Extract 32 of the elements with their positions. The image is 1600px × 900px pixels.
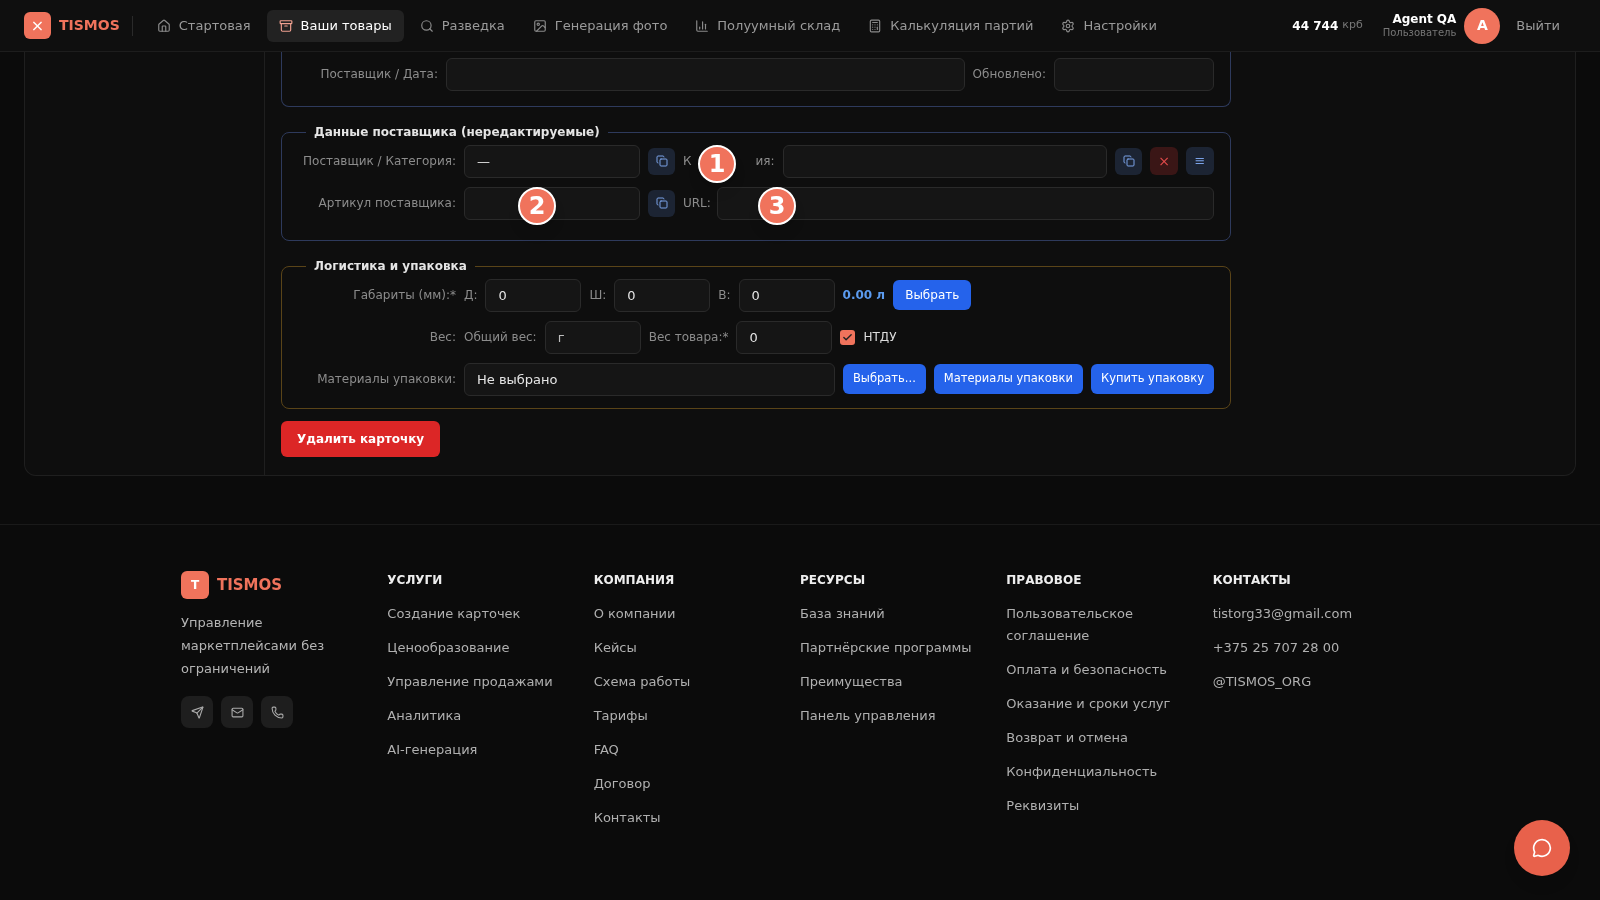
footer-heading: КОНТАКТЫ <box>1212 572 1292 589</box>
field-label: Общий вес: <box>464 329 537 346</box>
field-label: ия: <box>755 153 775 170</box>
number-marker-tooltip: 1 <box>698 145 736 183</box>
field-label: URL: <box>683 195 709 212</box>
field-label: Поставщик / Категория: <box>302 153 456 170</box>
footer-tagline: Управление маркетплейсами без ограничений <box>181 614 326 678</box>
footer-logo-text: TISMOS <box>217 574 283 596</box>
checkbox-label: НТДУ <box>863 329 897 346</box>
field-label: Вес товара:* <box>648 329 729 346</box>
user-name: Agent QA <box>1392 11 1457 27</box>
footer-heading: РЕСУРСЫ <box>800 572 867 589</box>
footer-logo-icon: T <box>181 571 209 599</box>
field-label: Габариты (мм):* <box>352 287 456 304</box>
field-label: В: <box>718 287 731 304</box>
field-label: Материалы упаковки: <box>316 371 456 388</box>
field-label: Поставщик / Дата: <box>319 66 438 83</box>
footer-heading: УСЛУГИ <box>387 572 444 589</box>
field-label: Вес: <box>428 329 456 346</box>
user-role: Пользователь <box>1382 26 1457 40</box>
field-label: Ш: <box>589 287 607 304</box>
volume-value: 0.00 л <box>842 287 886 304</box>
field-label: Артикул поставщика: <box>317 195 456 212</box>
balance-amount: 44 744 <box>1292 17 1339 35</box>
section-title: Данные поставщика (нередактируемые) <box>313 124 601 141</box>
balance-unit: крб <box>1342 17 1363 34</box>
field-label: Обновлено: <box>972 66 1046 83</box>
field-label: К <box>683 153 692 170</box>
field-label: Д: <box>464 287 478 304</box>
section-title: Логистика и упаковка <box>313 258 468 275</box>
footer-heading: КОМПАНИЯ <box>593 572 676 589</box>
footer-heading: ПРАВОВОЕ <box>1006 572 1083 589</box>
